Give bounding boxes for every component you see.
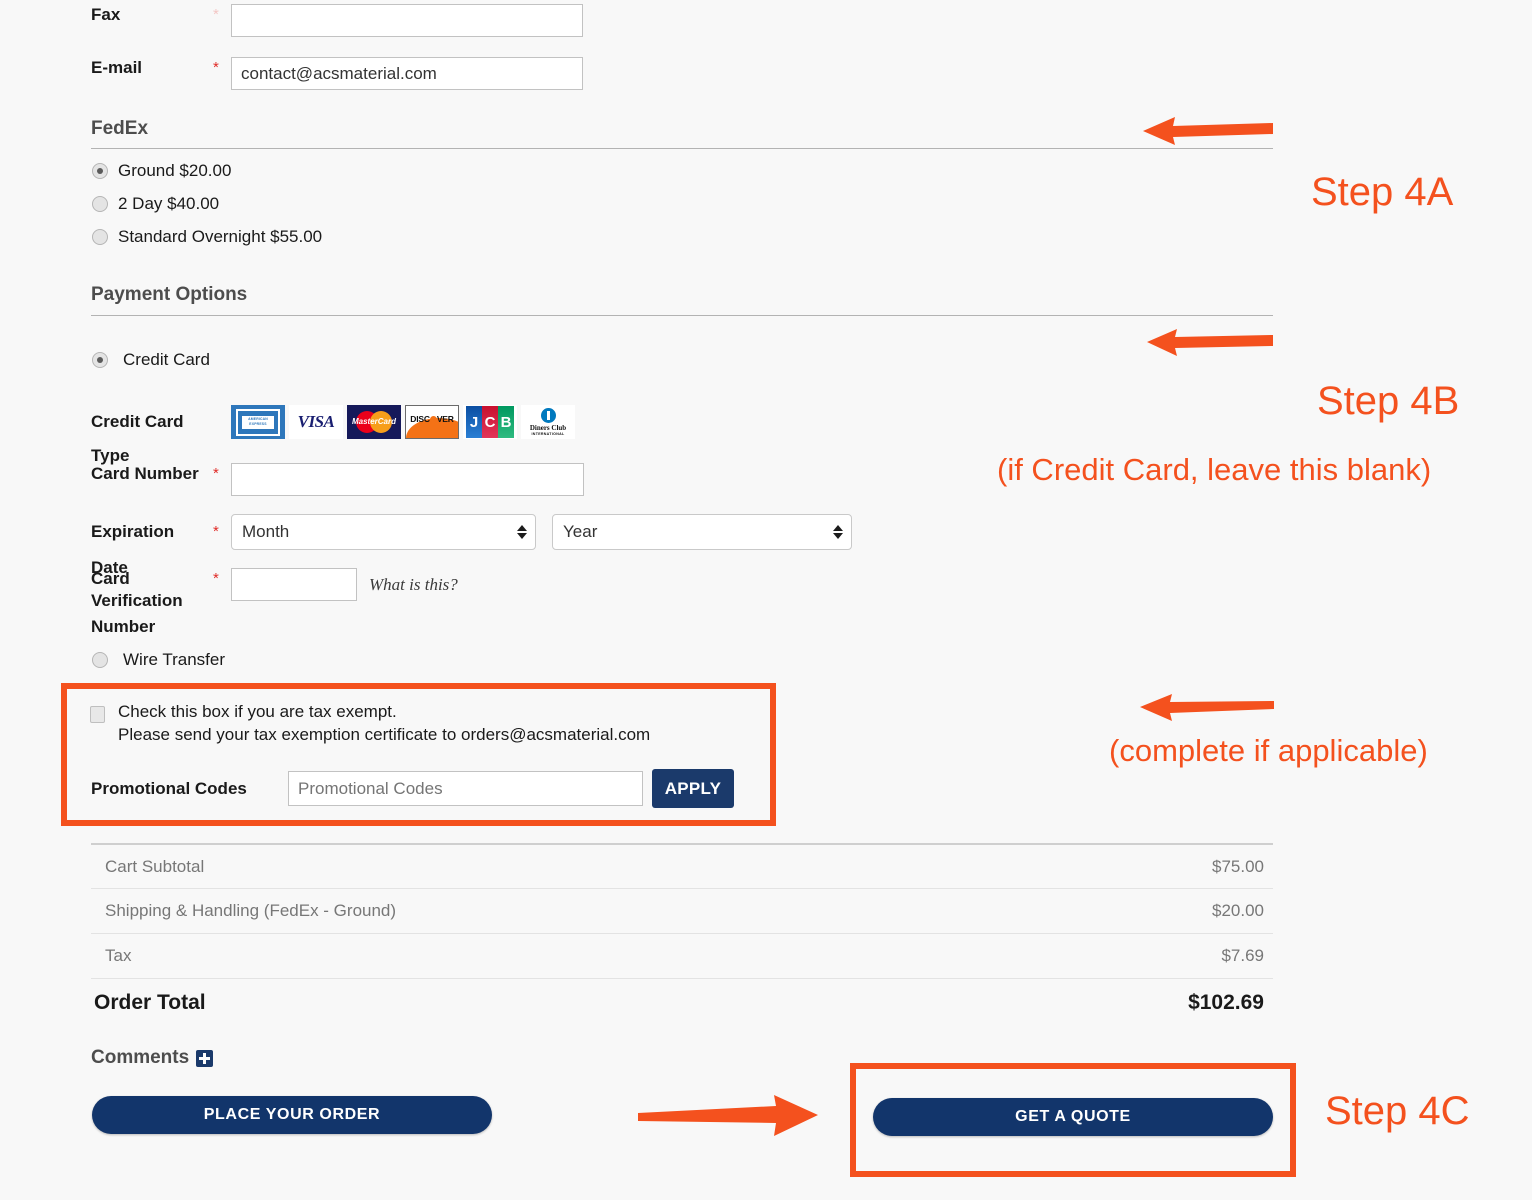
- radio-icon[interactable]: [92, 229, 108, 245]
- fax-row: Fax *: [0, 4, 700, 37]
- cvn-label: Card Verification Number: [0, 568, 213, 638]
- radio-icon[interactable]: [92, 352, 108, 368]
- card-number-input[interactable]: [231, 463, 584, 496]
- shipping-option-label: Ground $20.00: [118, 161, 232, 180]
- radio-icon[interactable]: [92, 652, 108, 668]
- tax-exempt-line2: Please send your tax exemption certifica…: [118, 725, 651, 744]
- plus-icon[interactable]: [196, 1049, 214, 1067]
- fax-input[interactable]: [231, 4, 583, 37]
- radio-icon[interactable]: [92, 163, 108, 179]
- comments-label: Comments: [91, 1047, 190, 1068]
- total-row: Shipping & Handling (FedEx - Ground) $20…: [91, 888, 1273, 933]
- shipping-heading: FedEx: [91, 118, 149, 139]
- accepted-card-logos: AMERICAN EXPRESS VISA MasterCard DISC VER: [231, 405, 575, 439]
- expiration-required-marker: *: [213, 523, 219, 540]
- american-express-icon: AMERICAN EXPRESS: [231, 405, 285, 439]
- mastercard-icon: MasterCard: [347, 405, 401, 439]
- shipping-option-label: Standard Overnight $55.00: [118, 227, 323, 246]
- shipping-option-standard-overnight[interactable]: Standard Overnight $55.00: [92, 227, 322, 247]
- step-4c-annotation: Step 4C: [1325, 1089, 1470, 1133]
- total-row-label: Tax: [105, 946, 132, 965]
- complete-if-applicable-annotation: (complete if applicable): [1109, 733, 1428, 768]
- card-number-label: Card Number: [91, 464, 199, 483]
- fax-label: Fax: [91, 5, 121, 24]
- card-number-row: Card Number *: [0, 463, 700, 496]
- promo-label: Promotional Codes: [91, 778, 247, 798]
- complete-if-applicable-arrow-icon: [1140, 694, 1274, 721]
- order-total-row: Order Total $102.69: [91, 978, 1273, 1026]
- total-row: Tax $7.69: [91, 933, 1273, 978]
- cvn-label-line2: Number: [91, 617, 156, 636]
- chevron-updown-icon: [517, 525, 527, 539]
- shipping-option-ground[interactable]: Ground $20.00: [92, 161, 231, 181]
- get-a-quote-button[interactable]: GET A QUOTE: [873, 1098, 1273, 1136]
- shipping-divider: [91, 148, 1273, 149]
- diners-club-icon: Diners Club INTERNATIONAL: [521, 405, 575, 439]
- cvn-row: Card Verification Number * What is this?: [0, 568, 700, 638]
- total-row-value: $7.69: [1221, 946, 1264, 965]
- visa-icon: VISA: [289, 405, 343, 439]
- payment-heading: Payment Options: [91, 284, 248, 305]
- cvn-label-line1: Card Verification: [91, 569, 183, 610]
- place-your-order-button[interactable]: PLACE YOUR ORDER: [92, 1096, 492, 1134]
- step-4a-arrow-icon: [1143, 117, 1273, 145]
- step-4c-arrow-icon: [638, 1095, 818, 1136]
- order-total-label: Order Total: [94, 990, 206, 1014]
- jcb-icon: J C B: [463, 405, 517, 439]
- email-row: E-mail *: [0, 57, 700, 90]
- payment-method-wire-transfer[interactable]: Wire Transfer: [92, 650, 225, 670]
- expiration-year-value: Year: [563, 522, 598, 541]
- payment-method-credit-card[interactable]: Credit Card: [92, 350, 210, 370]
- cvn-required-marker: *: [213, 570, 219, 587]
- total-row-label: Shipping & Handling (FedEx - Ground): [105, 901, 397, 920]
- shipping-option-2day[interactable]: 2 Day $40.00: [92, 194, 219, 214]
- shipping-option-label: 2 Day $40.00: [118, 194, 220, 213]
- payment-method-label: Wire Transfer: [123, 650, 226, 669]
- total-row-value: $75.00: [1212, 856, 1264, 876]
- email-required-marker: *: [213, 59, 219, 76]
- expiration-year-select[interactable]: Year: [552, 514, 852, 550]
- discover-icon: DISC VER: [405, 405, 459, 439]
- cvn-help-link[interactable]: What is this?: [369, 568, 458, 601]
- tax-exempt-line1: Check this box if you are tax exempt.: [118, 702, 397, 721]
- expiration-month-value: Month: [242, 522, 290, 541]
- total-row: Cart Subtotal $75.00: [91, 843, 1273, 888]
- tax-exempt-row[interactable]: Check this box if you are tax exempt. Pl…: [90, 700, 650, 746]
- payment-divider: [91, 315, 1273, 316]
- cvn-input[interactable]: [231, 568, 357, 601]
- promo-input[interactable]: [288, 771, 643, 806]
- chevron-updown-icon: [833, 525, 843, 539]
- tax-exempt-checkbox[interactable]: [90, 706, 105, 723]
- step-4a-annotation: Step 4A: [1311, 170, 1454, 214]
- comments-toggle[interactable]: Comments: [91, 1047, 214, 1069]
- radio-icon[interactable]: [92, 196, 108, 212]
- order-totals: Cart Subtotal $75.00 Shipping & Handling…: [91, 843, 1273, 1026]
- step-4b-note: (if Credit Card, leave this blank): [997, 452, 1432, 487]
- email-input[interactable]: [231, 57, 583, 90]
- total-row-label: Cart Subtotal: [105, 856, 205, 876]
- total-row-value: $20.00: [1212, 901, 1264, 920]
- email-label: E-mail: [91, 58, 143, 77]
- step-4b-arrow-icon: [1147, 329, 1273, 356]
- expiration-month-select[interactable]: Month: [231, 514, 536, 550]
- fax-required-marker: *: [213, 6, 219, 23]
- apply-promo-button[interactable]: APPLY: [652, 769, 734, 808]
- payment-method-label: Credit Card: [123, 350, 210, 369]
- card-number-required-marker: *: [213, 465, 219, 482]
- promo-row: Promotional Codes APPLY: [91, 769, 734, 808]
- order-total-value: $102.69: [1188, 990, 1264, 1014]
- step-4b-annotation: Step 4B: [1317, 379, 1460, 423]
